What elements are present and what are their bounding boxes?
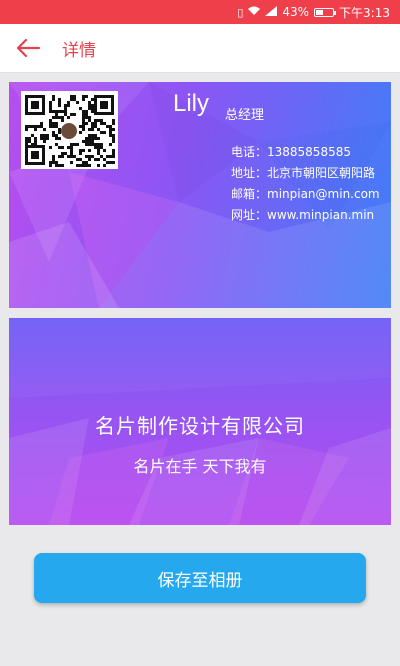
contact-info: 电话：13885858585 地址：北京市朝阳区朝阳路 邮箱：minpian@m…: [231, 142, 380, 226]
company-slogan: 名片在手 天下我有: [133, 457, 267, 476]
wifi-icon: [248, 6, 261, 18]
business-card-back: 名片制作设计有限公司 名片在手 天下我有: [9, 318, 391, 525]
status-time: 下午3:13: [339, 5, 390, 20]
app-bar: 详情: [0, 24, 400, 73]
page-title: 详情: [62, 40, 96, 61]
back-button[interactable]: [0, 24, 56, 72]
contact-position: 总经理: [225, 108, 265, 123]
vibrate-icon: ▯: [237, 5, 244, 19]
battery-icon: [314, 7, 337, 17]
phone-text: 电话：13885858585: [231, 145, 351, 159]
arrow-left-icon: [16, 38, 41, 58]
qr-code: [21, 91, 118, 169]
address-text: 地址：北京市朝阳区朝阳路: [231, 166, 376, 180]
contact-name: Lily: [173, 90, 210, 117]
business-card-front: Lily 总经理 电话：13885858585 地址：北京市朝阳区朝阳路 邮箱：…: [9, 82, 391, 308]
status-bar: ▯ 43% 下午3:13: [0, 0, 400, 24]
signal-icon: [265, 6, 278, 18]
save-to-album-button[interactable]: 保存至相册: [34, 553, 366, 603]
company-name: 名片制作设计有限公司: [95, 414, 305, 438]
battery-percent: 43%: [282, 5, 310, 19]
email-text: 邮箱：minpian@min.com: [231, 187, 380, 201]
website-text: 网址：www.minpian.min: [231, 208, 375, 222]
